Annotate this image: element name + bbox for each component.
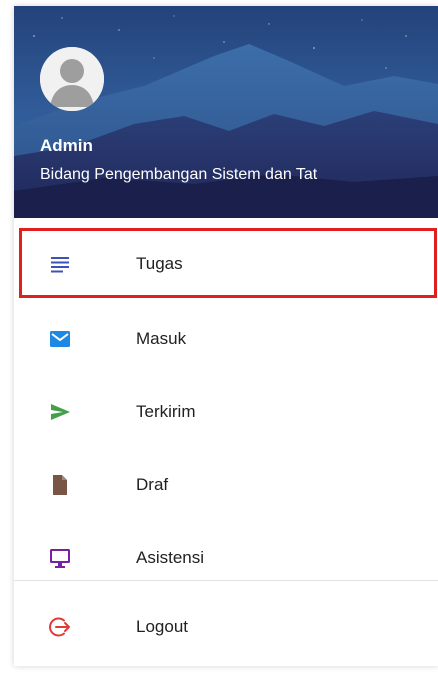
menu-item-asistensi[interactable]: Asistensi bbox=[14, 521, 438, 594]
selected-highlight-outline bbox=[19, 228, 437, 298]
person-icon bbox=[40, 47, 104, 111]
logout-icon bbox=[48, 615, 72, 639]
menu-item-draf[interactable]: Draf bbox=[14, 448, 438, 521]
menu-item-label: Tugas bbox=[136, 254, 183, 273]
logout-button[interactable]: Logout bbox=[14, 592, 438, 662]
header-background-image bbox=[14, 6, 438, 218]
menu-item-label: Masuk bbox=[136, 328, 187, 348]
document-icon bbox=[48, 473, 72, 497]
navigation-drawer: Admin Bidang Pengembangan Sistem dan Tat… bbox=[14, 6, 438, 666]
menu-item-label: Terkirim bbox=[136, 401, 196, 421]
send-icon bbox=[48, 400, 72, 424]
mail-icon bbox=[48, 327, 72, 351]
drawer-menu: Tugas Masuk Terkirim Draf Asistensi bbox=[14, 226, 438, 594]
drawer-header: Admin Bidang Pengembangan Sistem dan Tat bbox=[14, 6, 438, 218]
menu-item-terkirim[interactable]: Terkirim bbox=[14, 375, 438, 448]
menu-item-label: Draf bbox=[136, 474, 169, 494]
user-unit: Bidang Pengembangan Sistem dan Tat bbox=[40, 166, 318, 183]
list-lines-icon bbox=[48, 252, 72, 276]
menu-divider bbox=[14, 580, 438, 581]
menu-item-label: Asistensi bbox=[136, 547, 205, 567]
user-name: Admin bbox=[40, 136, 93, 155]
logout-label: Logout bbox=[136, 617, 188, 636]
menu-item-tugas[interactable]: Tugas bbox=[14, 226, 438, 302]
avatar[interactable] bbox=[40, 47, 104, 111]
menu-item-masuk[interactable]: Masuk bbox=[14, 302, 438, 375]
monitor-icon bbox=[48, 546, 72, 570]
